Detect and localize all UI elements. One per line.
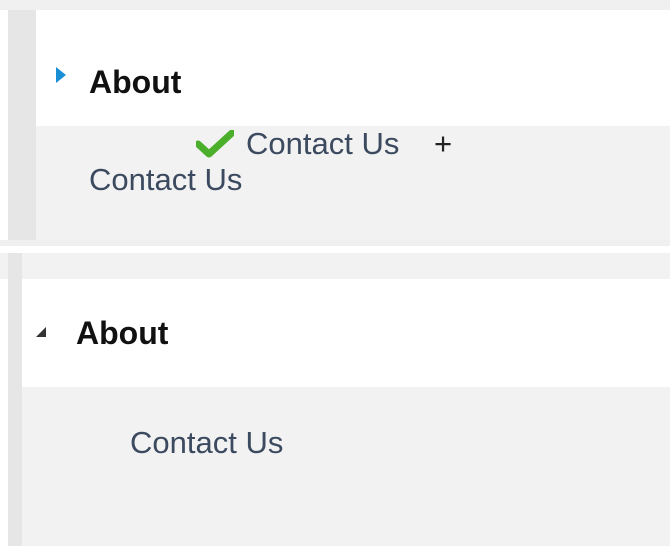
drag-preview-label: Contact Us [246, 126, 400, 161]
about-children-area: Contact Us + Contact Us [36, 126, 670, 240]
left-rail [8, 253, 22, 546]
triangle-down-icon[interactable] [36, 327, 46, 337]
checkmark-icon [196, 130, 234, 158]
top-border-strip [0, 0, 670, 10]
top-panel: About Contact Us + Contact Us [0, 0, 670, 246]
triangle-right-icon[interactable] [56, 67, 66, 83]
about-children-area: Contact Us [22, 387, 670, 546]
about-header[interactable]: About [36, 10, 670, 126]
bottom-panel: About Contact Us [0, 253, 670, 546]
plus-indicator: + [434, 126, 453, 161]
left-rail [8, 10, 36, 246]
about-header[interactable]: About [22, 279, 670, 387]
section-title: About [89, 64, 182, 100]
top-border-strip [0, 253, 670, 279]
drag-preview[interactable]: Contact Us + [196, 126, 496, 166]
bottom-border-strip [0, 240, 670, 246]
tree-item-contact-us[interactable]: Contact Us [89, 164, 242, 195]
section-title: About [76, 315, 169, 351]
tree-item-contact-us[interactable]: Contact Us [130, 427, 283, 458]
